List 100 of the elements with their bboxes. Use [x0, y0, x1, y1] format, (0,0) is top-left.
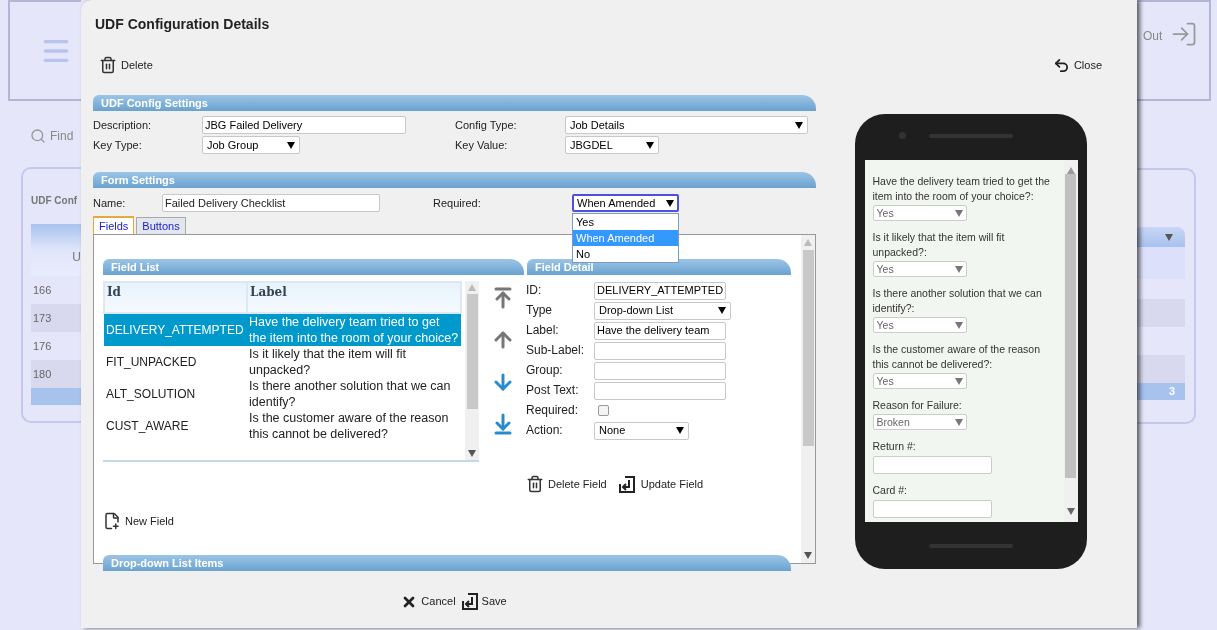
field-label: Name: — [93, 195, 127, 211]
field-label: Type — [526, 302, 553, 319]
caret-icon — [795, 121, 803, 129]
field-label: Label: — [526, 322, 560, 339]
field-label: Sub-Label: — [526, 342, 586, 359]
table-header — [1137, 247, 1185, 279]
input-field[interactable] — [872, 500, 992, 518]
table-cell[interactable]: ALT_SOLUTION — [104, 378, 247, 410]
select-field[interactable]: Job Details — [565, 116, 808, 134]
input-field[interactable] — [594, 361, 726, 380]
field-label: Required: — [433, 195, 482, 211]
new-field-button[interactable]: New Field — [103, 512, 174, 530]
question-label: Is it likely that the item will fit unpacked?: — [872, 230, 1006, 260]
tab[interactable]: Fields — [93, 216, 135, 234]
card-title: UDF Conf — [31, 194, 79, 208]
caret-icon — [954, 377, 963, 385]
input-field[interactable]: DELIVERY_ATTEMPTED — [594, 281, 726, 300]
select-field[interactable]: Drop-down List — [594, 301, 731, 320]
field-label: ID: — [526, 282, 543, 299]
field-label: Group: — [526, 362, 564, 379]
close-button[interactable]: Close — [1052, 56, 1102, 74]
caret-icon — [718, 307, 726, 314]
delete-field-button[interactable]: Delete Field — [526, 475, 607, 493]
table-cell[interactable]: Is there another solution that we can identify? — [247, 378, 461, 410]
update-icon — [461, 593, 478, 610]
table-cell[interactable]: CUST_AWARE — [104, 410, 247, 442]
table-header: U — [31, 224, 81, 276]
column-header: Label — [247, 282, 461, 313]
select-field[interactable]: Yes — [872, 205, 967, 221]
select-field[interactable]: When Amended — [572, 194, 679, 212]
input-field[interactable] — [594, 341, 726, 360]
caret-icon — [804, 239, 812, 246]
field-label: Post Text: — [526, 382, 580, 399]
pager-bar — [31, 388, 81, 405]
caret-icon — [1165, 233, 1173, 241]
delete-button[interactable]: Delete — [99, 56, 153, 74]
field-label: Action: — [526, 422, 564, 439]
select-field[interactable]: None — [594, 421, 689, 440]
caret-icon — [287, 141, 295, 149]
section-header: UDF Config Settings — [93, 95, 816, 111]
search-icon[interactable] — [30, 128, 46, 144]
field-label: Required: — [526, 402, 580, 419]
save-button[interactable]: Save — [461, 593, 507, 610]
section-header: Form Settings — [93, 172, 816, 188]
caret-icon — [954, 418, 963, 426]
caret-icon — [676, 427, 684, 434]
input-field[interactable]: JBG Failed Delivery — [202, 116, 406, 134]
dropdown-option[interactable]: Yes — [573, 214, 678, 230]
section-header: Field Detail — [527, 259, 791, 275]
update-icon — [618, 475, 635, 493]
table-row — [1137, 355, 1185, 383]
scrollbar[interactable] — [465, 281, 479, 460]
checkbox[interactable] — [598, 405, 609, 416]
table-cell[interactable]: Is the customer aware of the reason this cannot be delivered? — [247, 410, 461, 442]
question-label: Is there another solution that we can identify?: — [872, 286, 1043, 316]
caret-icon — [954, 209, 963, 217]
trash-icon — [526, 475, 544, 493]
caret-icon — [646, 141, 654, 149]
caret-icon — [666, 199, 674, 207]
select-field[interactable]: Yes — [872, 373, 967, 389]
table-cell-text: 176 — [32, 338, 53, 354]
question-label: Have the delivery team tried to get the item into the room of your choice?: — [872, 174, 1051, 204]
back-icon — [1052, 56, 1070, 74]
caret-icon — [954, 265, 963, 273]
table-cell-text: 166 — [32, 282, 53, 298]
input-field[interactable]: Failed Delivery Checklist — [162, 194, 380, 212]
update-field-button[interactable]: Update Field — [618, 475, 704, 493]
select-field[interactable]: Yes — [872, 261, 967, 277]
filter-select[interactable] — [1137, 227, 1185, 247]
caret-icon — [1066, 508, 1075, 515]
new-file-icon — [103, 512, 121, 530]
input-field[interactable] — [594, 381, 726, 400]
column-header: Id — [104, 282, 247, 313]
section-header: Field List — [103, 259, 524, 275]
select-field[interactable]: Yes — [872, 317, 967, 333]
caret-icon — [468, 284, 476, 291]
table-cell[interactable]: Is it likely that the item will fit unpacked? — [247, 346, 461, 378]
table-cell[interactable]: FIT_UNPACKED — [104, 346, 247, 378]
question-label: Return #: — [872, 439, 916, 454]
table-row — [1137, 299, 1185, 327]
caret-icon — [954, 321, 963, 329]
select-field[interactable]: Job Group — [202, 136, 300, 154]
question-label: Card #: — [872, 483, 907, 498]
scrollbar[interactable] — [801, 235, 815, 563]
question-label: Is the customer aware of the reason this cannot be delivered?: — [872, 342, 1041, 372]
dialog-title: UDF Configuration Details — [95, 15, 271, 34]
trash-icon — [99, 56, 117, 74]
select-field[interactable]: Broken — [872, 414, 967, 430]
tab[interactable]: Buttons — [136, 217, 186, 234]
dropdown-option[interactable]: No — [573, 246, 678, 262]
input-field[interactable]: Have the delivery team — [594, 321, 726, 340]
select-field[interactable]: JBGDEL — [565, 136, 659, 154]
field-label: Description: — [93, 117, 153, 133]
field-label: Key Type: — [93, 137, 143, 153]
input-field[interactable] — [872, 456, 992, 474]
field-label: Config Type: — [455, 117, 518, 133]
field-label: Key Value: — [455, 137, 509, 153]
scrollbar[interactable] — [1063, 160, 1078, 522]
caret-icon — [804, 552, 812, 559]
cancel-button[interactable]: Cancel — [401, 593, 456, 610]
